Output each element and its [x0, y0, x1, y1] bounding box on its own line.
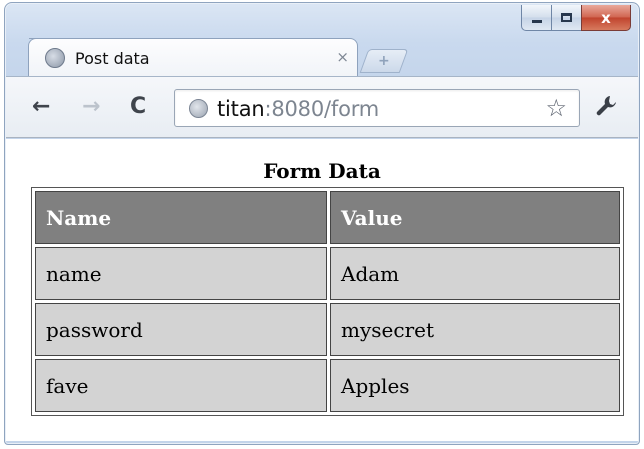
table-row: fave Apples [35, 359, 620, 412]
address-bar[interactable]: titan:8080/form ☆ [174, 89, 580, 127]
tab-title: Post data [75, 49, 150, 68]
cell-name: name [35, 247, 327, 300]
column-header-name: Name [35, 191, 327, 244]
tab-post-data[interactable]: Post data × [28, 38, 358, 76]
table-row: name Adam [35, 247, 620, 300]
address-url[interactable]: titan:8080/form [217, 97, 379, 121]
page-info-globe-icon[interactable] [189, 99, 208, 118]
plus-icon: + [378, 53, 390, 69]
page-content: Form Data Name Value name Adam password … [6, 139, 638, 441]
minimize-button[interactable] [521, 5, 551, 31]
wrench-icon [596, 96, 616, 116]
table-row: password mysecret [35, 303, 620, 356]
url-path: :8080/form [264, 97, 380, 121]
cell-value: Apples [330, 359, 620, 412]
close-window-button[interactable]: x [581, 5, 631, 31]
bookmark-star-icon[interactable]: ☆ [545, 94, 567, 122]
maximize-icon [561, 13, 572, 22]
url-host: titan [217, 97, 265, 121]
cell-value: Adam [330, 247, 620, 300]
form-data-table: Name Value name Adam password mysecret f… [31, 187, 624, 416]
cell-name: fave [35, 359, 327, 412]
column-header-value: Value [330, 191, 620, 244]
tab-close-icon[interactable]: × [336, 48, 349, 66]
cell-value: mysecret [330, 303, 620, 356]
wrench-menu-icon[interactable] [594, 93, 620, 125]
forward-arrow-icon[interactable]: → [82, 95, 100, 119]
close-icon: x [601, 8, 611, 27]
window-controls: x [521, 5, 631, 31]
cell-name: password [35, 303, 327, 356]
globe-icon [45, 48, 65, 68]
table-header-row: Name Value [35, 191, 620, 244]
maximize-button[interactable] [551, 5, 581, 31]
back-arrow-icon[interactable]: ← [32, 95, 50, 119]
reload-icon[interactable]: C [130, 95, 146, 119]
browser-toolbar: ← → C titan:8080/form ☆ [6, 76, 638, 138]
minimize-icon [531, 20, 542, 23]
page-title: Form Data [263, 159, 381, 183]
